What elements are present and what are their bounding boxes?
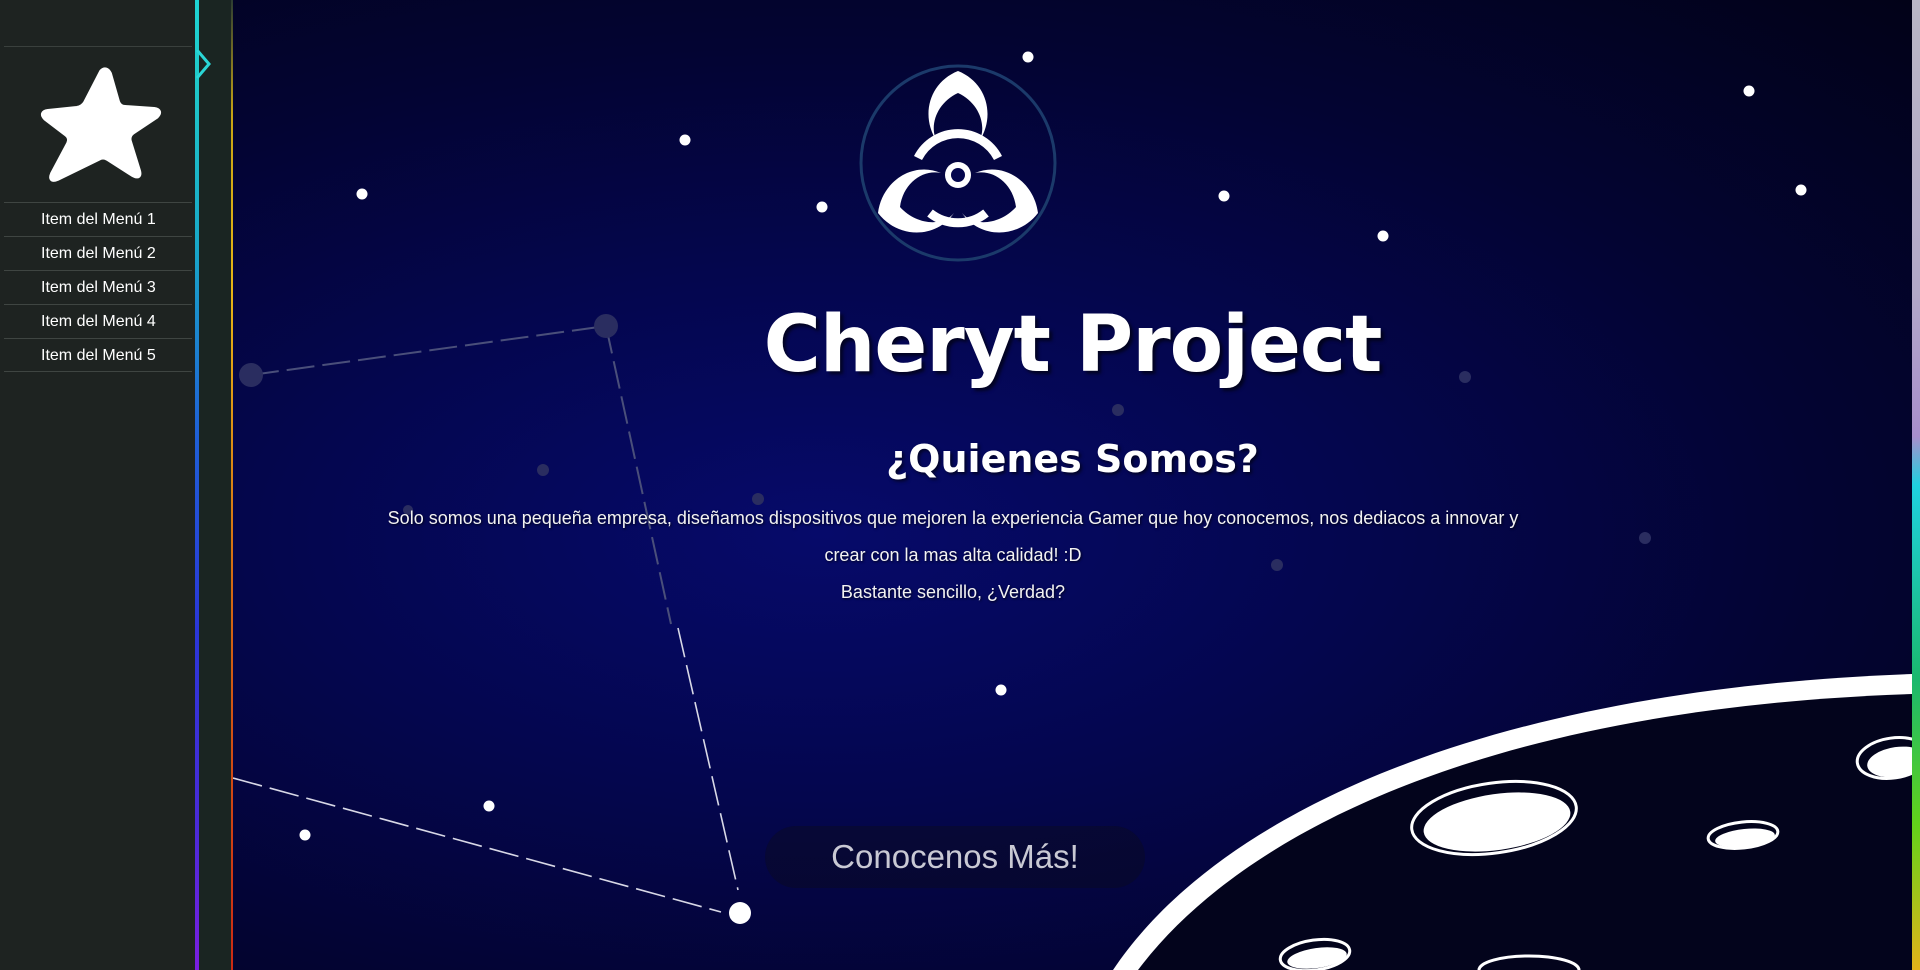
planet-illustration [1113, 674, 1912, 970]
sidebar-rail [199, 0, 233, 970]
about-line-2: crear con la mas alta calidad! :D [824, 545, 1082, 565]
page-title: Cheryt Project [763, 300, 1383, 390]
sidebar-divider [4, 46, 192, 47]
constellation-lines-bright [233, 627, 739, 913]
sidebar-menu: Item del Menú 1 Item del Menú 2 Item del… [4, 202, 192, 372]
about-line-1: Solo somos una pequeña empresa, diseñamo… [387, 508, 1519, 528]
learn-more-button[interactable]: Conocenos Más! [765, 826, 1145, 888]
sidebar: Item del Menú 1 Item del Menú 2 Item del… [0, 0, 196, 970]
section-heading: ¿Quienes Somos? [886, 437, 1259, 481]
sidebar-item-4[interactable]: Item del Menú 4 [4, 304, 192, 338]
sidebar-toggle-notch[interactable] [195, 50, 215, 80]
star-icon[interactable] [40, 66, 162, 184]
biohazard-icon [859, 64, 1057, 262]
starfield-background [233, 51, 1912, 970]
hero-section: Cheryt Project ¿Quienes Somos? Solo somo… [233, 0, 1912, 970]
about-paragraph: Solo somos una pequeña empresa, diseñamo… [353, 500, 1553, 611]
about-line-3: Bastante sencillo, ¿Verdad? [840, 582, 1066, 602]
sidebar-item-2[interactable]: Item del Menú 2 [4, 236, 192, 270]
sidebar-item-5[interactable]: Item del Menú 5 [4, 338, 192, 372]
sidebar-item-1[interactable]: Item del Menú 1 [4, 202, 192, 236]
sidebar-item-3[interactable]: Item del Menú 3 [4, 270, 192, 304]
scrollbar-edge[interactable] [1912, 0, 1920, 970]
